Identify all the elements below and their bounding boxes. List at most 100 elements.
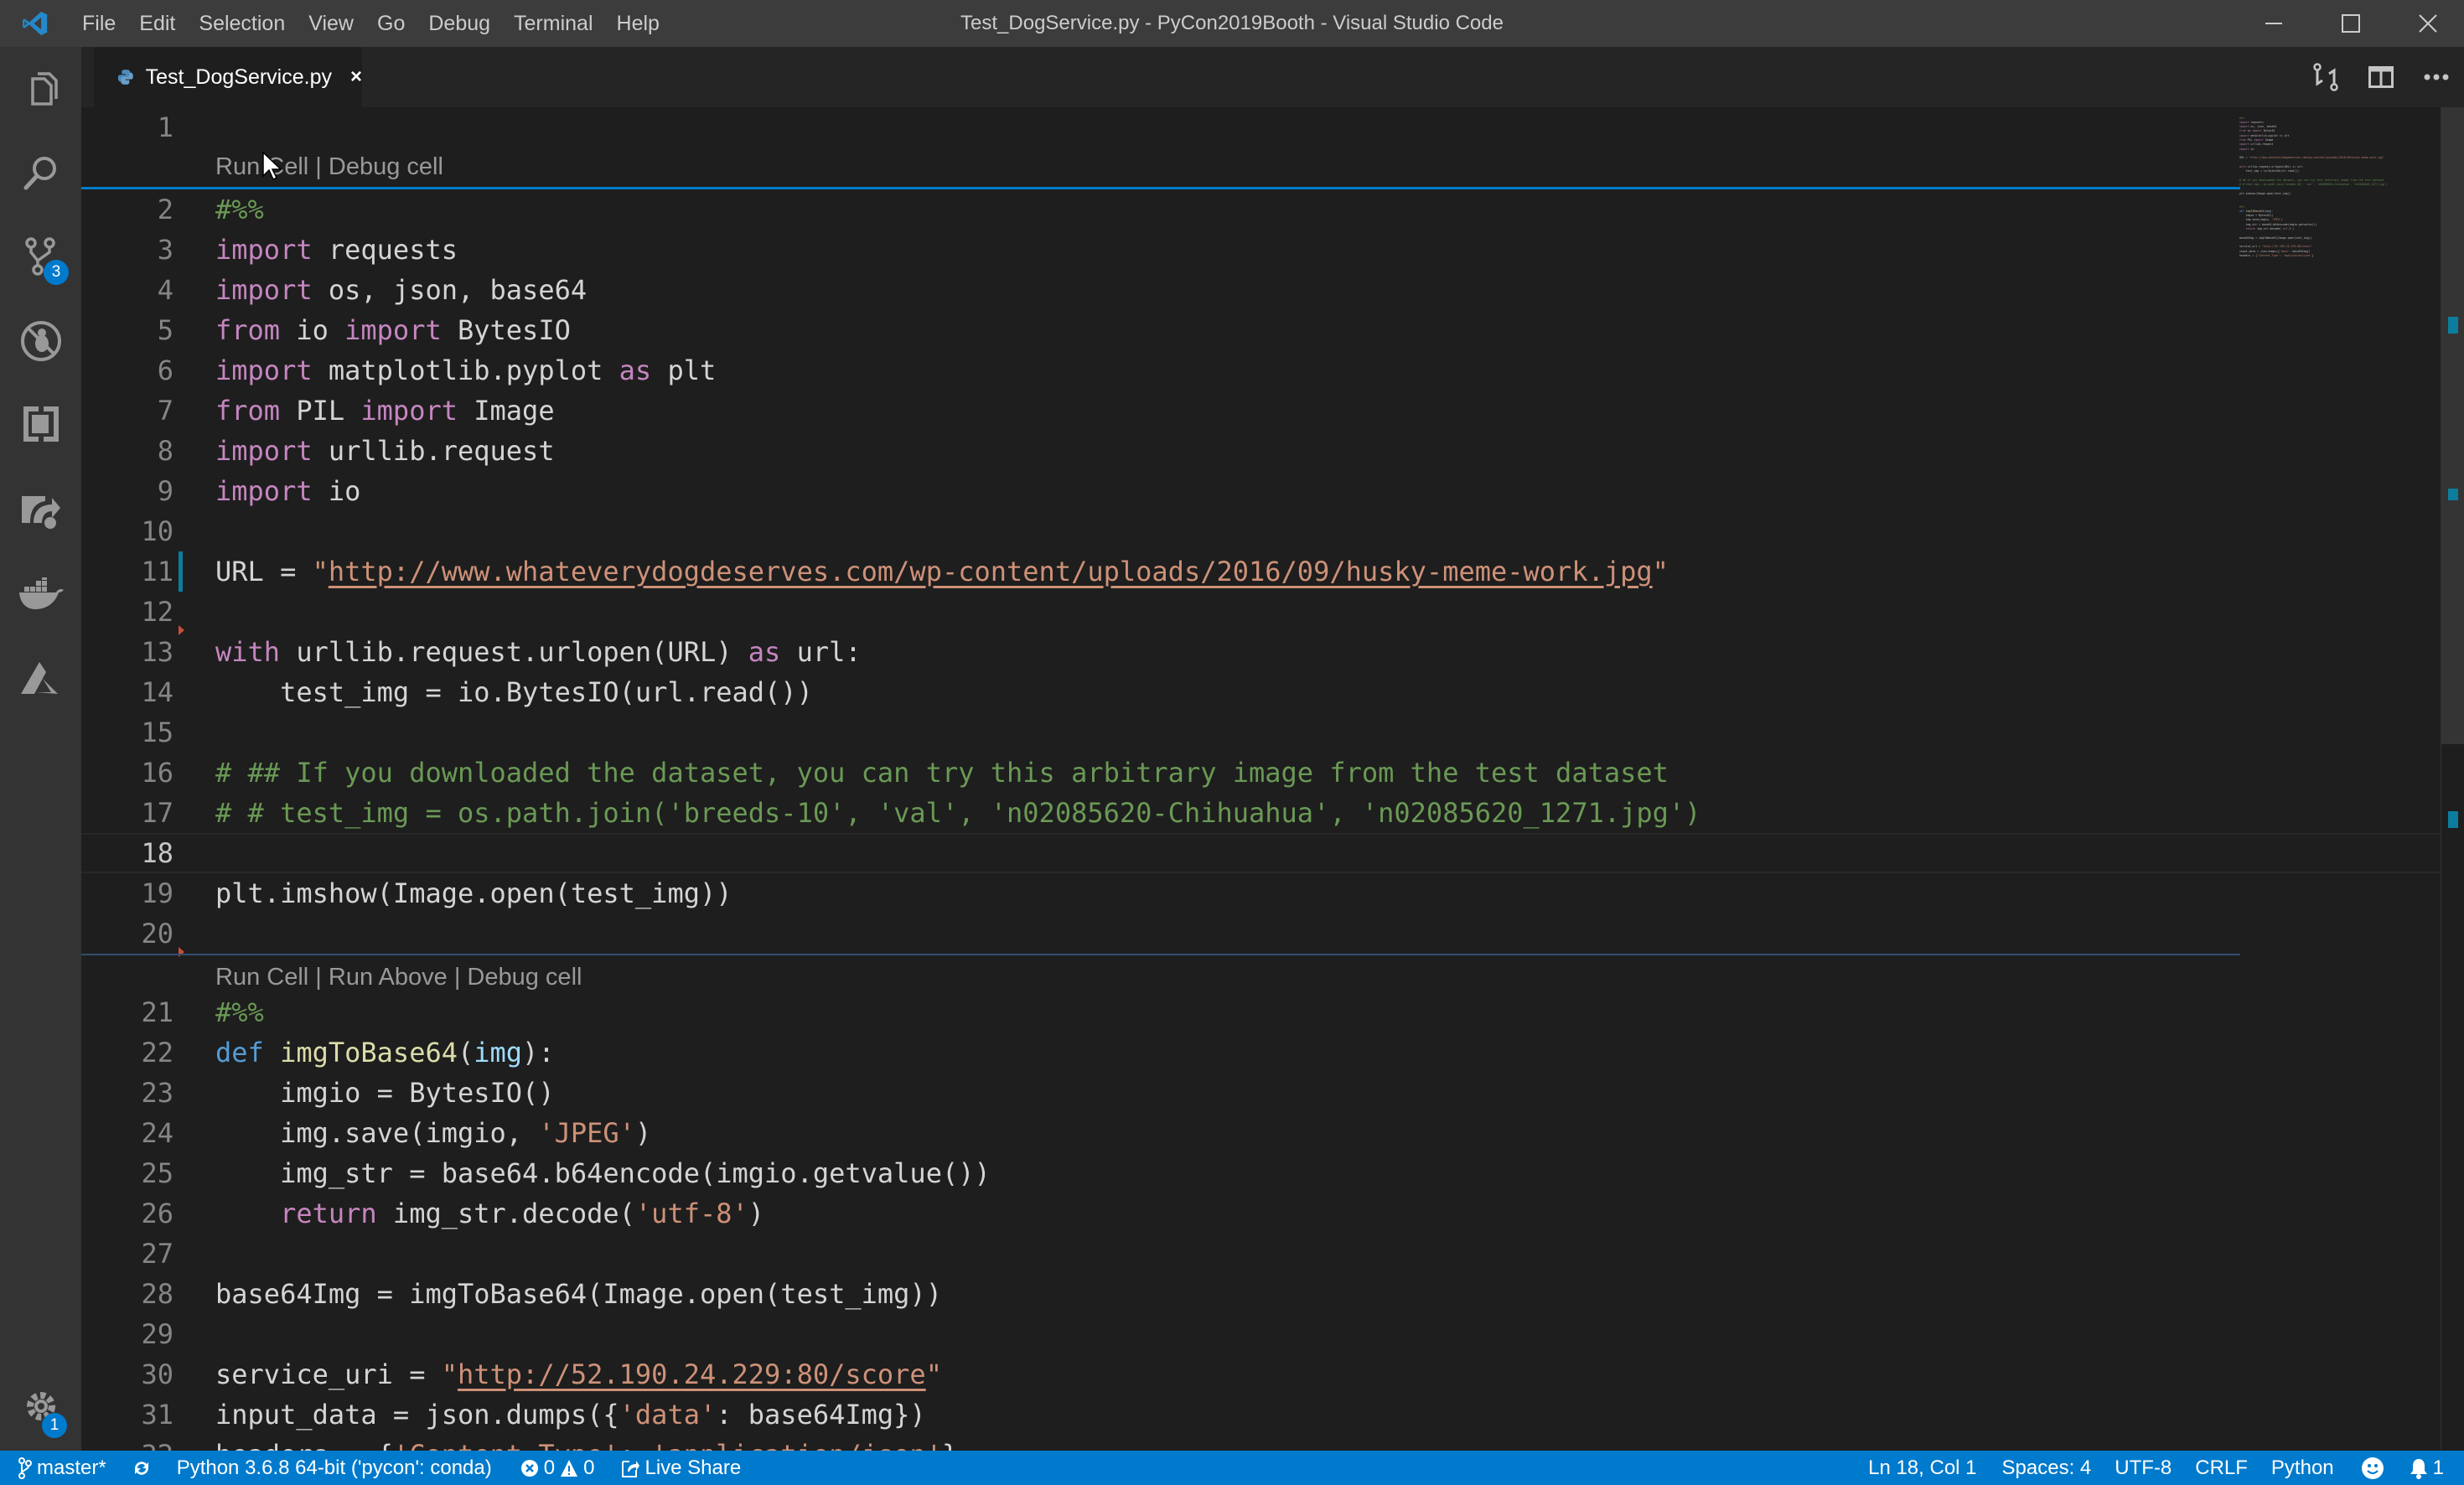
code-line[interactable]: 29 [81, 1314, 2441, 1354]
code-token: io [312, 475, 361, 507]
branch-name: master* [37, 1456, 106, 1479]
code-line[interactable]: 13 with urllib.request.urlopen(URL) as ur… [81, 625, 2441, 672]
end-of-line[interactable]: CRLF [2183, 1457, 2260, 1480]
code-token: import [215, 435, 313, 467]
encoding[interactable]: UTF-8 [2103, 1457, 2183, 1480]
code-line[interactable]: 32 headers = {'Content-Type': 'applicatio… [81, 1435, 2441, 1451]
code-line[interactable]: 31 input_data = json.dumps({'data': base6… [81, 1394, 2441, 1435]
code-editor[interactable]: 1 Run Cell | Debug cell 2 #%% 3 import reques… [81, 107, 2441, 1451]
activity-source-control[interactable]: 3 [0, 216, 81, 297]
tab-close-icon[interactable]: × [350, 65, 362, 89]
code-line[interactable]: 15 [81, 712, 2441, 753]
minimize-button[interactable] [2235, 0, 2312, 47]
code-line[interactable]: 9 import io [81, 471, 2441, 511]
code-line[interactable]: 25 img_str = base64.b64encode(imgio.getv… [81, 1153, 2441, 1193]
activity-extensions[interactable] [0, 384, 81, 464]
activity-search[interactable] [0, 132, 81, 213]
activity-explorer[interactable] [0, 50, 81, 131]
activity-azure[interactable] [0, 639, 81, 719]
code-line[interactable]: 19 plt.imshow(Image.open(test_img)) [81, 873, 2441, 913]
code-line[interactable]: 18 [81, 833, 2441, 873]
notifications-button[interactable]: 1 [2399, 1457, 2454, 1480]
cursor-position-label: Ln 18, Col 1 [1868, 1456, 1977, 1479]
codelens-run-above[interactable]: Run Above [329, 964, 448, 991]
code-line[interactable]: 1 [81, 107, 2441, 147]
code-line[interactable]: 22 def imgToBase64(img): [81, 1032, 2441, 1073]
python-interpreter[interactable]: Python 3.6.8 64-bit ('pycon': conda) [167, 1457, 502, 1480]
code-line[interactable]: 27 [81, 1234, 2441, 1274]
codelens-debug-cell[interactable]: Debug cell [467, 964, 582, 991]
code-token: # ## If you downloaded the dataset, you … [215, 757, 1669, 789]
line-number: 7 [157, 395, 173, 427]
split-editor-button[interactable] [2364, 60, 2398, 94]
code-line[interactable]: 20 [81, 913, 2441, 957]
feedback-button[interactable] [2346, 1457, 2399, 1480]
cursor-position[interactable]: Ln 18, Col 1 [1855, 1457, 1990, 1480]
menu-view[interactable]: View [297, 0, 365, 47]
git-modified-marker[interactable] [179, 551, 183, 592]
tab-test-dogservice[interactable]: Test_DogService.py × [94, 47, 362, 107]
line-number: 6 [157, 354, 173, 386]
open-changes-button[interactable] [2309, 60, 2342, 94]
code-line[interactable]: 14 test_img = io.BytesIO(url.read()) [81, 672, 2441, 712]
code-line[interactable]: 21 #%% [81, 992, 2441, 1032]
code-line[interactable]: 8 import urllib.request [81, 431, 2441, 471]
code-line[interactable]: 16 # ## If you downloaded the dataset, yo… [81, 753, 2441, 793]
menu-help[interactable]: Help [605, 0, 671, 47]
code-token: http://www.whateverydogdeserves.com/wp-c… [328, 556, 1653, 587]
code-line[interactable]: 24 img.save(imgio, 'JPEG') [81, 1113, 2441, 1153]
language-mode[interactable]: Python [2260, 1457, 2346, 1480]
python-icon [117, 70, 133, 85]
code-line[interactable]: 11 URL = "http://www.whateverydogdeserves… [81, 551, 2441, 592]
sync-button[interactable] [116, 1458, 167, 1478]
line-number: 12 [141, 596, 173, 628]
code-line[interactable]: 12 [81, 592, 2441, 632]
menu-selection[interactable]: Selection [187, 0, 297, 47]
code-token: Image [457, 395, 555, 427]
branch-indicator[interactable]: master* [0, 1457, 116, 1480]
code-line[interactable]: 17 # # test_img = os.path.join('breeds-10… [81, 793, 2441, 833]
activity-docker[interactable] [0, 554, 81, 634]
line-number: 3 [157, 234, 173, 266]
problems-indicator[interactable]: 0 0 [502, 1457, 605, 1480]
search-icon [23, 157, 56, 190]
codelens-debug-cell[interactable]: Debug cell [329, 153, 443, 180]
sync-icon [134, 1461, 148, 1475]
indentation[interactable]: Spaces: 4 [1990, 1457, 2104, 1480]
activity-bar: 3 1 [0, 47, 81, 1451]
code-token: import [344, 314, 442, 346]
activity-debug[interactable] [0, 301, 81, 381]
vertical-scrollbar[interactable] [2441, 107, 2464, 1451]
code-line[interactable]: 7 from PIL import Image [81, 391, 2441, 431]
code-line[interactable]: 10 [81, 511, 2441, 551]
code-line[interactable]: 5 from io import BytesIO [81, 310, 2441, 350]
code-text: import os, json, base64 [215, 270, 587, 310]
code-token: #%% [215, 996, 264, 1028]
code-line[interactable]: 23 imgio = BytesIO() [81, 1073, 2441, 1113]
code-line[interactable]: 2 #%% [81, 189, 2441, 230]
menu-edit[interactable]: Edit [127, 0, 187, 47]
code-line[interactable]: 3 import requests [81, 230, 2441, 270]
menu-debug[interactable]: Debug [417, 0, 502, 47]
scrollbar-thumb[interactable] [2441, 107, 2464, 744]
activity-live-share[interactable] [0, 469, 81, 550]
code-line[interactable]: 6 import matplotlib.pyplot as plt [81, 350, 2441, 391]
menu-go[interactable]: Go [365, 0, 417, 47]
maximize-button[interactable] [2312, 0, 2389, 47]
minimap[interactable]: #%% import requests import os, json, base6… [2239, 107, 2424, 359]
code-text: return img_str.decode('utf-8') [215, 1193, 764, 1234]
code-line[interactable]: 30 service_uri = "http://52.190.24.229:80… [81, 1354, 2441, 1394]
explorer-icon [30, 72, 58, 106]
code-line[interactable]: 26 return img_str.decode('utf-8') [81, 1193, 2441, 1234]
code-line[interactable]: 4 import os, json, base64 [81, 270, 2441, 310]
git-deleted-marker[interactable] [179, 625, 184, 635]
more-actions-button[interactable] [2420, 60, 2453, 94]
live-share-button[interactable]: Live Share [604, 1457, 751, 1480]
menu-file[interactable]: File [70, 0, 127, 47]
menu-terminal[interactable]: Terminal [502, 0, 604, 47]
codelens-run-cell[interactable]: Run Cell [215, 964, 308, 991]
close-window-button[interactable] [2389, 0, 2464, 47]
code-line[interactable]: 28 base64Img = imgToBase64(Image.open(tes… [81, 1274, 2441, 1314]
activity-settings[interactable]: 1 [0, 1366, 81, 1446]
line-number: 26 [141, 1198, 173, 1229]
